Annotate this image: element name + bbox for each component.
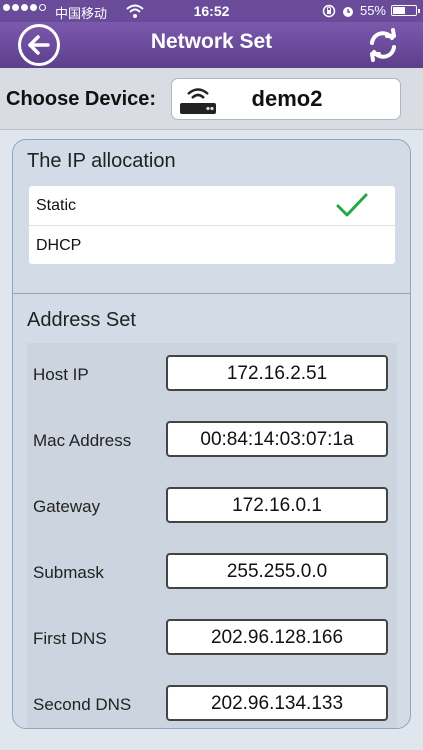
network-settings-panel: The IP allocation Static DHCP Address Se… — [12, 139, 411, 729]
option-label: DHCP — [36, 237, 82, 254]
second-dns-field[interactable]: 202.96.134.133 — [166, 685, 388, 721]
submask-field[interactable]: 255.255.0.0 — [166, 553, 388, 589]
row-mac-address: Mac Address 00:84:14:03:07:1a — [27, 417, 397, 461]
gateway-label: Gateway — [33, 497, 101, 516]
battery-icon — [391, 5, 420, 16]
host-ip-label: Host IP — [33, 365, 89, 384]
device-selector-bar: Choose Device: demo2 — [0, 68, 423, 130]
ip-allocation-list: Static DHCP — [29, 186, 395, 264]
alarm-icon — [342, 6, 353, 17]
refresh-button[interactable] — [365, 27, 401, 63]
row-second-dns: Second DNS 202.96.134.133 — [27, 681, 397, 725]
refresh-icon — [370, 28, 396, 62]
gateway-field[interactable]: 172.16.0.1 — [166, 487, 388, 523]
first-dns-label: First DNS — [33, 629, 107, 648]
row-host-ip: Host IP 172.16.2.51 — [27, 351, 397, 395]
mac-address-field[interactable]: 00:84:14:03:07:1a — [166, 421, 388, 457]
submask-label: Submask — [33, 563, 104, 582]
nav-bar: Network Set — [0, 22, 423, 68]
row-first-dns: First DNS 202.96.128.166 — [27, 615, 397, 659]
option-static[interactable]: Static — [29, 186, 395, 225]
router-icon — [180, 88, 216, 114]
status-bar: 中国移动 16:52 55% — [0, 0, 423, 22]
device-name: demo2 — [251, 86, 323, 111]
mac-address-label: Mac Address — [33, 431, 132, 450]
row-submask: Submask 255.255.0.0 — [27, 549, 397, 593]
device-dropdown[interactable]: demo2 — [171, 78, 401, 120]
host-ip-field[interactable]: 172.16.2.51 — [166, 355, 388, 391]
second-dns-label: Second DNS — [33, 695, 132, 714]
choose-device-label: Choose Device: — [6, 88, 157, 110]
orientation-lock-icon — [322, 4, 336, 17]
ip-allocation-title: The IP allocation — [27, 150, 176, 172]
address-set-title: Address Set — [27, 309, 136, 331]
option-dhcp[interactable]: DHCP — [29, 225, 395, 264]
row-gateway: Gateway 172.16.0.1 — [27, 483, 397, 527]
page-title: Network Set — [150, 30, 273, 53]
option-label: Static — [36, 197, 77, 214]
first-dns-field[interactable]: 202.96.128.166 — [166, 619, 388, 655]
address-set-list: Host IP 172.16.2.51 Mac Address 00:84:14… — [27, 343, 397, 728]
section-divider — [13, 293, 410, 294]
battery-percent: 55% — [359, 3, 386, 18]
checkmark-icon — [336, 193, 368, 217]
